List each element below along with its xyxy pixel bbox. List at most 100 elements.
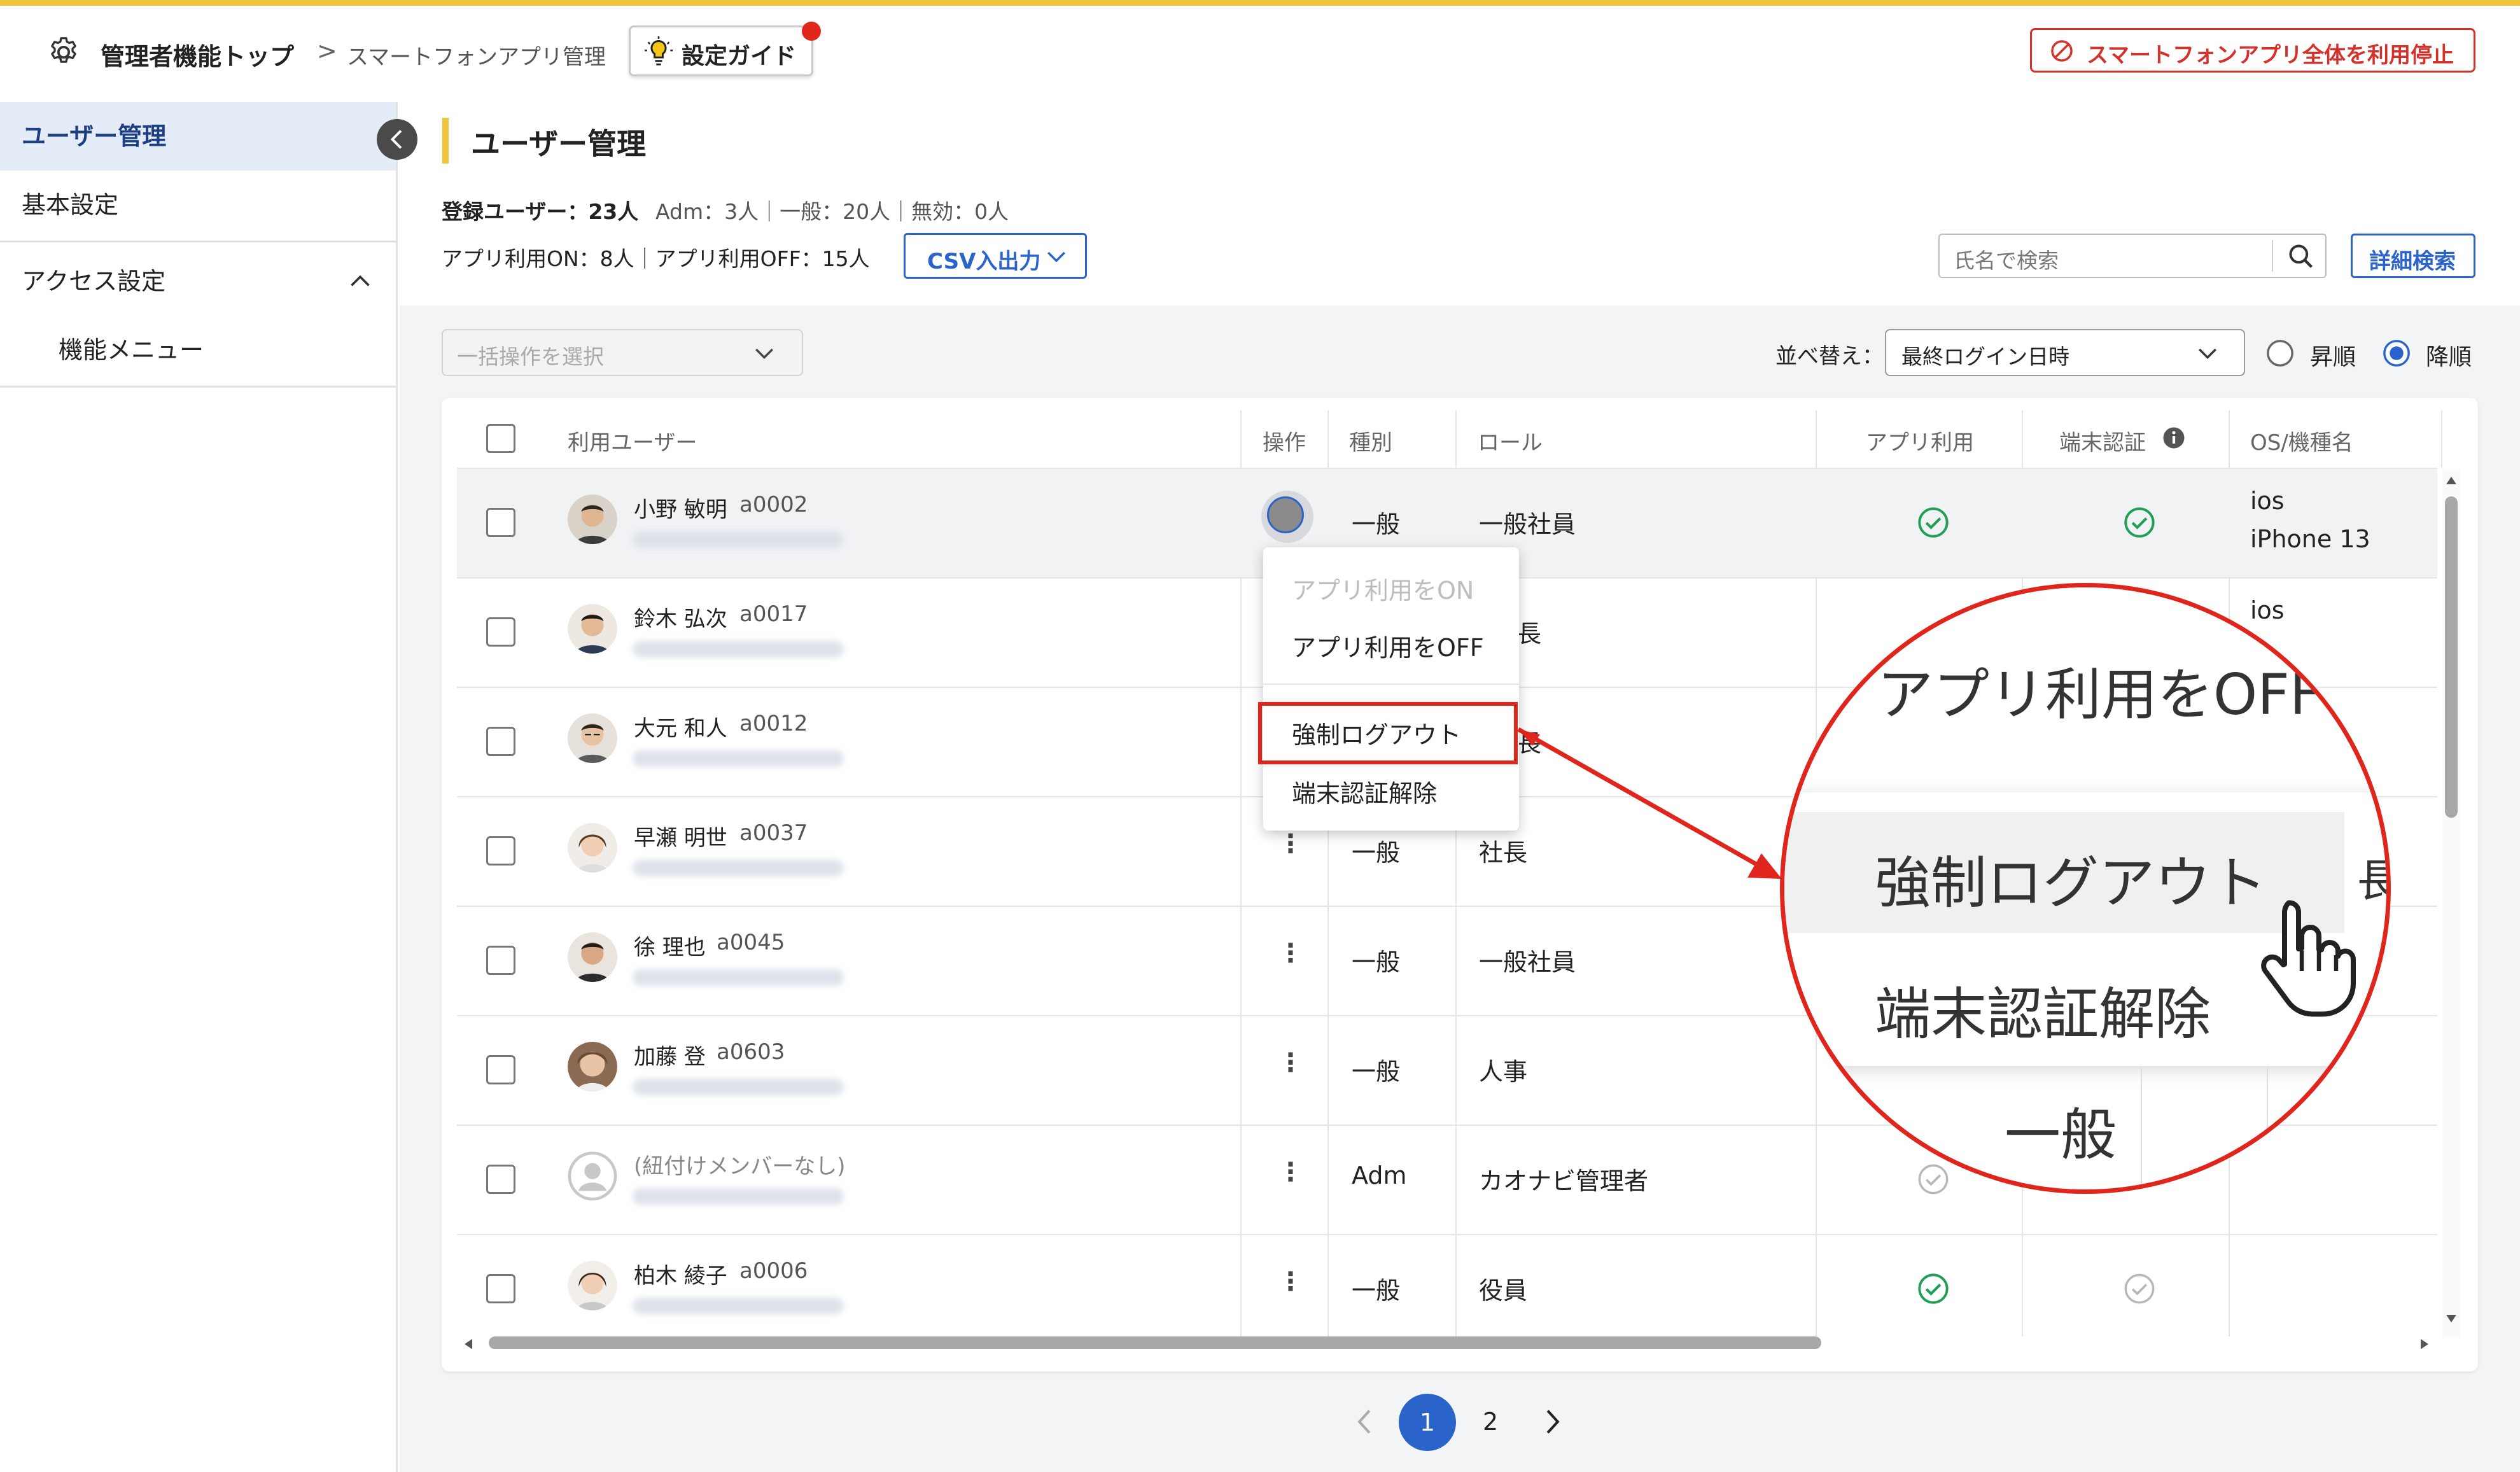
row-action-menu-button[interactable]: ⋮ [1278,1267,1303,1296]
user-name[interactable]: 大元 和人 [634,711,727,742]
menu-item-app-off[interactable]: アプリ利用をOFF [1292,628,1484,663]
header-os-model[interactable]: OS/機種名 [2250,425,2353,456]
gear-icon[interactable] [46,34,81,70]
user-name[interactable]: 徐 理也 [634,930,706,961]
row-checkbox[interactable] [486,727,515,756]
menu-divider [1263,683,1519,685]
blurred-email [633,1079,844,1095]
advanced-search-button[interactable]: 詳細検索 [2351,234,2475,278]
sort-select[interactable]: 最終ログイン日時 [1885,329,2245,376]
horizontal-scrollbar-thumb[interactable] [489,1336,1821,1349]
pagination-prev-icon[interactable] [1354,1408,1375,1436]
row-checkbox[interactable] [486,508,515,537]
sidebar-item-function-menu[interactable]: 機能メニュー [0,316,396,384]
radio-descending[interactable] [2382,339,2411,368]
row-checkbox[interactable] [486,946,515,975]
advanced-search-label: 詳細検索 [2369,249,2456,274]
vertical-scrollbar-thumb[interactable] [2445,496,2458,818]
radio-ascending[interactable] [2265,339,2295,368]
check-circle-inactive-icon[interactable] [1917,1163,1950,1196]
row-action-menu-button[interactable]: ⋮ [1278,1158,1303,1187]
csv-export-button[interactable]: CSV入出力 [904,233,1087,279]
check-circle-inactive-icon[interactable] [2123,1272,2156,1305]
header-device-auth[interactable]: 端末認証 [2059,425,2146,456]
check-circle-icon[interactable] [1917,1272,1950,1305]
search-input[interactable]: 氏名で検索 [1938,234,2327,278]
user-role: 一般社員 [1479,510,1576,538]
avatar [568,1261,617,1310]
notification-dot [802,22,821,41]
avatar [568,604,617,654]
scroll-left-arrow-icon[interactable] [461,1336,476,1352]
settings-guide-button[interactable]: 設定ガイド [629,25,813,76]
blurred-email [633,969,844,986]
row-checkbox[interactable] [486,1165,515,1194]
user-role: カオナビ管理者 [1479,1167,1649,1195]
avatar [568,494,617,544]
table-row[interactable]: 柏木 綾子 a0006 ⋮ 一般 役員 [457,1234,2437,1336]
sidebar-divider [0,241,396,242]
page-1-button[interactable]: 1 [1399,1394,1456,1451]
zoom-magnifier: アプリ利用をOFF 強制ログアウト 端末認証解除 長 一般 [1780,583,2391,1194]
check-circle-icon[interactable] [2123,506,2156,539]
bulk-action-select[interactable]: 一括操作を選択 [442,329,803,376]
prohibit-icon [2051,40,2073,62]
blurred-email [633,860,844,876]
user-type: 一般 [1352,1058,1401,1086]
os-name: ios [2250,487,2285,515]
zoom-column-divider [2141,1068,2142,1189]
header-user[interactable]: 利用ユーザー [568,425,697,456]
order-asc-label: 昇順 [2310,344,2356,370]
device-model: iPhone 13 [2250,525,2370,553]
user-id: a0017 [739,601,808,627]
scroll-down-arrow-icon[interactable] [2444,1312,2459,1325]
sidebar-collapse-button[interactable] [377,119,417,160]
select-all-checkbox[interactable] [486,424,515,453]
row-action-menu-button[interactable]: ⋮ [1278,939,1303,968]
user-name[interactable]: 柏木 綾子 [634,1258,727,1289]
user-type: Adm [1352,1161,1407,1189]
blurred-email [633,641,844,657]
sidebar-item-user-management[interactable]: ユーザー管理 [0,102,396,171]
chevron-down-icon [1047,251,1065,263]
page-2-button[interactable]: 2 [1483,1408,1498,1436]
chevron-left-icon [390,130,402,149]
info-icon[interactable] [2162,426,2185,449]
search-divider [2272,240,2273,272]
menu-item-device-auth-reset[interactable]: 端末認証解除 [1292,774,1437,809]
zoom-menu-force-logout: 強制ログアウト [1875,850,2267,916]
settings-guide-label: 設定ガイド [682,43,797,69]
lightbulb-icon [645,36,673,66]
breadcrumb-root[interactable]: 管理者機能トップ [101,37,294,72]
row-checkbox[interactable] [486,617,515,647]
user-name[interactable]: 鈴木 弘次 [634,601,727,633]
row-checkbox[interactable] [486,1274,515,1303]
user-name[interactable]: 加藤 登 [634,1039,706,1070]
stats-breakdown: Adm：3人｜一般：20人｜無効：0人 [655,199,1009,224]
page-title: ユーザー管理 [471,127,647,161]
header-app-usage[interactable]: アプリ利用 [1821,425,2019,456]
row-action-menu-button[interactable]: ⋮ [1278,1048,1303,1077]
action-button-active[interactable] [1261,491,1313,543]
row-checkbox[interactable] [486,836,515,866]
header-role[interactable]: ロール [1478,425,1543,456]
search-icon[interactable] [2287,242,2315,270]
row-action-menu-button[interactable]: ⋮ [1278,829,1303,859]
chevron-up-icon[interactable] [349,271,372,290]
sidebar-item-access-settings[interactable]: アクセス設定 [0,247,396,316]
user-name[interactable]: 小野 敏明 [634,492,727,523]
user-id: a0002 [739,492,808,517]
user-id: a0603 [717,1039,785,1065]
header-type[interactable]: 種別 [1349,425,1392,456]
scroll-right-arrow-icon[interactable] [2417,1336,2432,1352]
stop-all-app-button[interactable]: スマートフォンアプリ全体を利用停止 [2030,28,2475,73]
user-name[interactable]: 早瀬 明世 [634,820,727,852]
scroll-up-arrow-icon[interactable] [2444,474,2459,487]
row-checkbox[interactable] [486,1055,515,1084]
pagination-next-icon[interactable] [1543,1408,1563,1436]
zoom-menu-device-auth-reset: 端末認証解除 [1875,981,2211,1047]
sidebar-item-basic-settings[interactable]: 基本設定 [0,171,396,239]
check-circle-icon[interactable] [1917,506,1950,539]
user-type: 一般 [1352,948,1401,976]
avatar [568,713,617,763]
